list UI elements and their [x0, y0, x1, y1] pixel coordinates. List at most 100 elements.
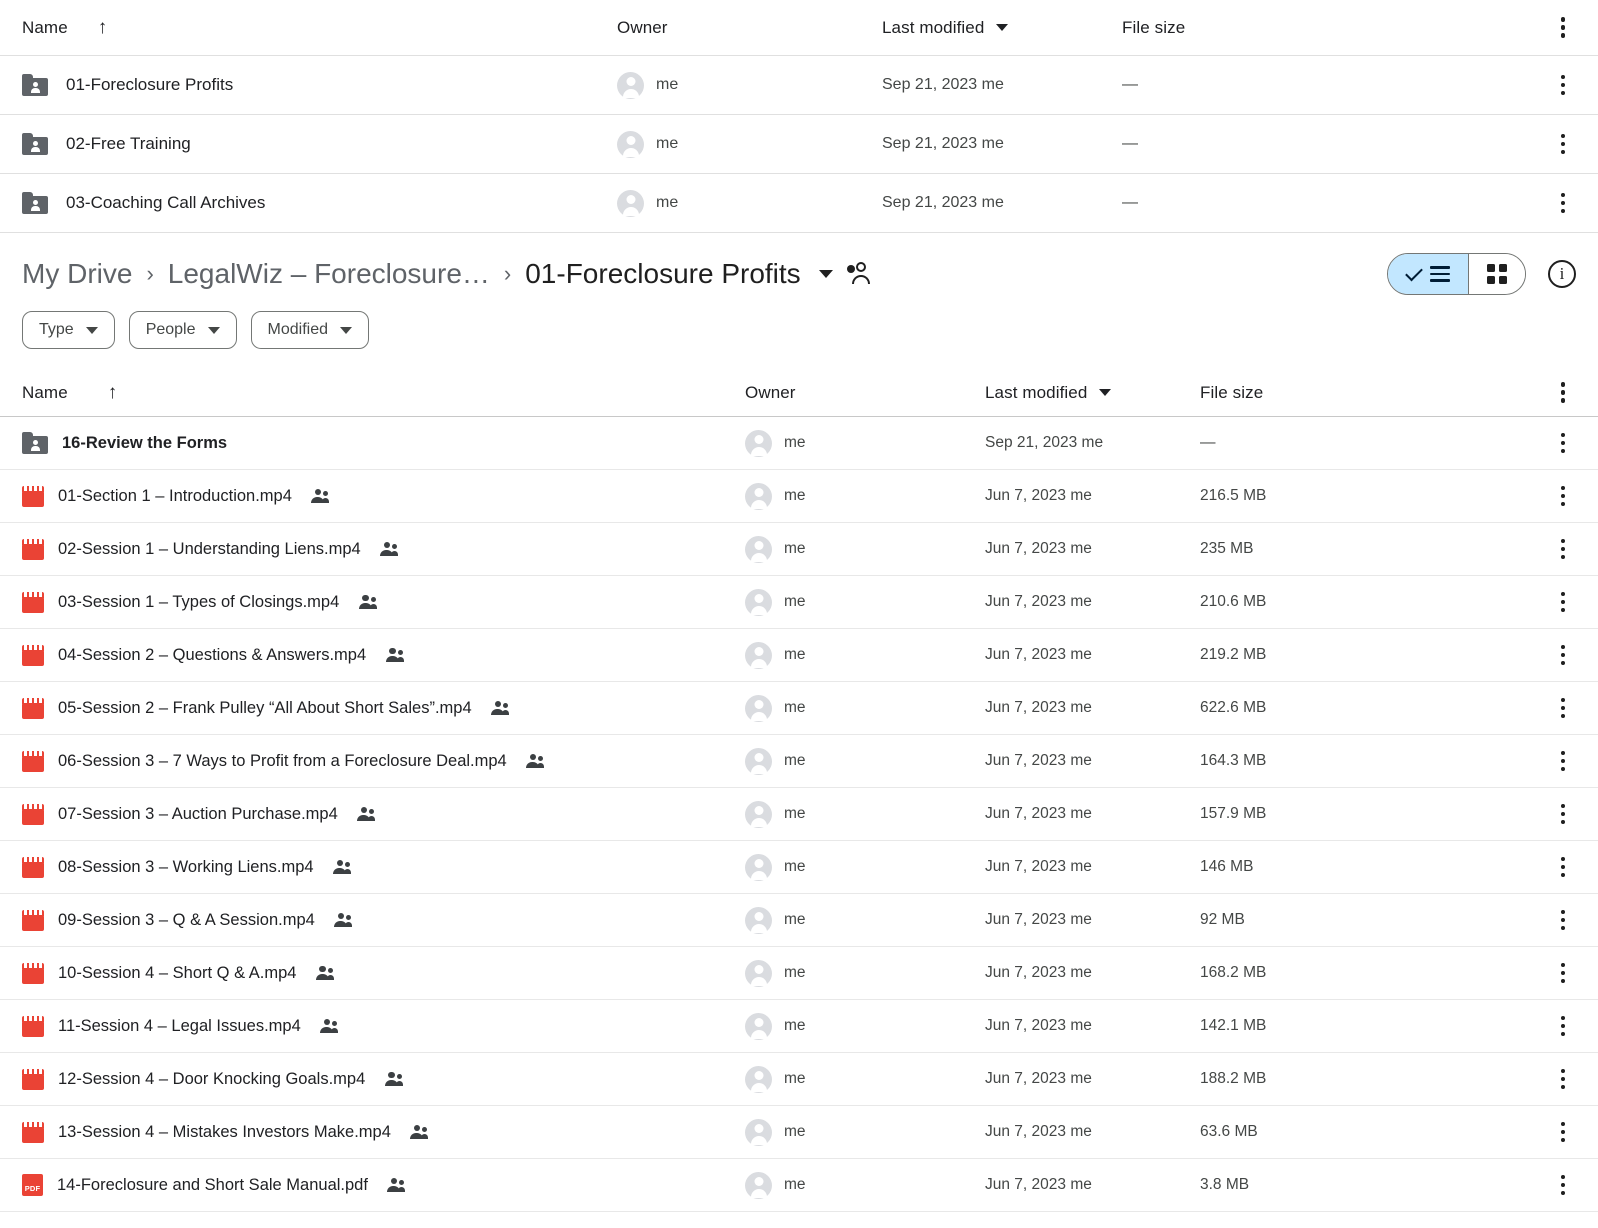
more-options-icon[interactable]	[1550, 131, 1576, 157]
table-row[interactable]: 11-Session 4 – Legal Issues.mp4 me Jun 7, …	[0, 1000, 1598, 1053]
breadcrumb-my-drive[interactable]: My Drive	[22, 258, 132, 290]
owner-label: me	[784, 858, 806, 875]
file-size-cell: 3.8 MB	[1200, 1176, 1250, 1193]
file-name-cell[interactable]: 12-Session 4 – Door Knocking Goals.mp4	[22, 1068, 745, 1090]
parent-folder-table: Name ↑ Owner Last modified File size 01-…	[0, 0, 1598, 233]
files-column-header-name[interactable]: Name ↑	[22, 383, 745, 403]
more-options-icon[interactable]	[1550, 748, 1576, 774]
file-name-cell[interactable]: 05-Session 2 – Frank Pulley “All About S…	[22, 697, 745, 719]
sort-ascending-icon[interactable]: ↑	[98, 18, 108, 37]
parent-table-header: Name ↑ Owner Last modified File size	[0, 0, 1598, 56]
table-row[interactable]: 02-Free Training me Sep 21, 2023 me —	[0, 115, 1598, 174]
people-icon[interactable]	[846, 262, 873, 286]
table-row[interactable]: 07-Session 3 – Auction Purchase.mp4 me Jun…	[0, 788, 1598, 841]
view-toggle	[1387, 253, 1526, 295]
info-icon[interactable]: i	[1548, 260, 1576, 288]
filter-chip-label: Modified	[267, 321, 328, 338]
file-name-label: 16-Review the Forms	[62, 433, 228, 452]
file-name-cell[interactable]: 13-Session 4 – Mistakes Investors Make.m…	[22, 1121, 745, 1143]
more-options-icon[interactable]	[1550, 483, 1576, 509]
file-name-cell[interactable]: 08-Session 3 – Working Liens.mp4	[22, 856, 745, 878]
file-name-label: 04-Session 2 – Questions & Answers.mp4	[58, 645, 367, 664]
folder-name-cell[interactable]: 01-Foreclosure Profits	[22, 74, 617, 96]
table-row[interactable]: 03-Session 1 – Types of Closings.mp4 me Ju…	[0, 576, 1598, 629]
files-column-header-file-size[interactable]: File size	[1200, 383, 1500, 403]
more-options-icon[interactable]	[1550, 190, 1576, 216]
table-row[interactable]: 04-Session 2 – Questions & Answers.mp4 me…	[0, 629, 1598, 682]
file-name-cell[interactable]: 06-Session 3 – 7 Ways to Profit from a F…	[22, 750, 745, 772]
file-name-cell[interactable]: 16-Review the Forms	[22, 432, 745, 454]
row-options-cell	[1500, 748, 1576, 774]
list-view-button[interactable]	[1388, 254, 1468, 294]
table-row[interactable]: 01-Foreclosure Profits me Sep 21, 2023 me —	[0, 56, 1598, 115]
more-options-icon[interactable]	[1550, 380, 1576, 406]
shared-with-people-icon	[409, 1124, 429, 1140]
more-options-icon[interactable]	[1550, 907, 1576, 933]
file-name-cell[interactable]: 07-Session 3 – Auction Purchase.mp4	[22, 803, 745, 825]
file-name-cell[interactable]: 01-Section 1 – Introduction.mp4	[22, 485, 745, 507]
more-options-icon[interactable]	[1550, 72, 1576, 98]
last-modified-cell: Jun 7, 2023 me	[985, 1123, 1092, 1140]
chevron-down-icon[interactable]	[818, 270, 833, 278]
table-row[interactable]: 02-Session 1 – Understanding Liens.mp4 me…	[0, 523, 1598, 576]
file-name-cell[interactable]: 03-Session 1 – Types of Closings.mp4	[22, 591, 745, 613]
table-row[interactable]: 06-Session 3 – 7 Ways to Profit from a F…	[0, 735, 1598, 788]
table-row[interactable]: 08-Session 3 – Working Liens.mp4 me Jun 7,…	[0, 841, 1598, 894]
video-file-icon	[22, 1121, 44, 1143]
more-options-icon[interactable]	[1550, 15, 1576, 41]
file-name-cell[interactable]: 10-Session 4 – Short Q & A.mp4	[22, 962, 745, 984]
owner-cell: me	[745, 482, 985, 510]
owner-cell: me	[745, 588, 985, 616]
column-header-last-modified[interactable]: Last modified	[882, 18, 1122, 38]
files-column-size-label: File size	[1200, 382, 1264, 402]
breadcrumb-legalwiz[interactable]: LegalWiz – Foreclosure…	[168, 258, 490, 290]
column-header-name[interactable]: Name ↑	[22, 18, 617, 38]
more-options-icon[interactable]	[1550, 1172, 1576, 1198]
more-options-icon[interactable]	[1550, 1119, 1576, 1145]
more-options-icon[interactable]	[1550, 589, 1576, 615]
owner-label: me	[784, 805, 806, 822]
filter-chip-type[interactable]: Type	[22, 311, 115, 349]
more-options-icon[interactable]	[1550, 1066, 1576, 1092]
column-header-file-size[interactable]: File size	[1122, 18, 1452, 38]
file-name-cell[interactable]: 02-Session 1 – Understanding Liens.mp4	[22, 538, 745, 560]
file-name-label: 06-Session 3 – 7 Ways to Profit from a F…	[58, 751, 507, 770]
table-row[interactable]: 09-Session 3 – Q & A Session.mp4 me Jun 7,…	[0, 894, 1598, 947]
more-options-icon[interactable]	[1550, 1013, 1576, 1039]
file-name-cell[interactable]: 04-Session 2 – Questions & Answers.mp4	[22, 644, 745, 666]
file-size-cell: 92 MB	[1200, 911, 1245, 928]
file-name-cell[interactable]: 09-Session 3 – Q & A Session.mp4	[22, 909, 745, 931]
files-column-header-owner[interactable]: Owner	[745, 383, 985, 403]
filter-chip-people[interactable]: People	[128, 311, 237, 349]
table-row[interactable]: 16-Review the Forms me Sep 21, 2023 me —	[0, 417, 1598, 470]
folder-name-cell[interactable]: 03-Coaching Call Archives	[22, 192, 617, 214]
file-size-cell: 622.6 MB	[1200, 699, 1267, 716]
table-row[interactable]: 01-Section 1 – Introduction.mp4 me Jun 7, …	[0, 470, 1598, 523]
more-options-icon[interactable]	[1550, 695, 1576, 721]
file-name-cell[interactable]: PDF 14-Foreclosure and Short Sale Manual.…	[22, 1174, 745, 1196]
more-options-icon[interactable]	[1550, 642, 1576, 668]
table-row[interactable]: 03-Coaching Call Archives me Sep 21, 2023 …	[0, 174, 1598, 233]
video-file-icon	[22, 538, 44, 560]
column-header-owner[interactable]: Owner	[617, 18, 882, 38]
table-row[interactable]: 10-Session 4 – Short Q & A.mp4 me Jun 7, 2…	[0, 947, 1598, 1000]
last-modified-cell: Jun 7, 2023 me	[985, 487, 1092, 504]
filter-chip-modified[interactable]: Modified	[250, 311, 369, 349]
table-row[interactable]: 13-Session 4 – Mistakes Investors Make.m…	[0, 1106, 1598, 1159]
more-options-icon[interactable]	[1550, 801, 1576, 827]
column-header-owner-label: Owner	[617, 17, 668, 37]
more-options-icon[interactable]	[1550, 854, 1576, 880]
more-options-icon[interactable]	[1550, 430, 1576, 456]
grid-view-button[interactable]	[1468, 254, 1525, 294]
files-column-header-last-modified[interactable]: Last modified	[985, 383, 1200, 403]
file-name-cell[interactable]: 11-Session 4 – Legal Issues.mp4	[22, 1015, 745, 1037]
more-options-icon[interactable]	[1550, 960, 1576, 986]
table-row[interactable]: 12-Session 4 – Door Knocking Goals.mp4 me…	[0, 1053, 1598, 1106]
folder-name-cell[interactable]: 02-Free Training	[22, 133, 617, 155]
table-row[interactable]: 05-Session 2 – Frank Pulley “All About S…	[0, 682, 1598, 735]
folder-name-label: 01-Foreclosure Profits	[66, 75, 234, 94]
sort-ascending-icon[interactable]: ↑	[108, 383, 118, 402]
file-name-label: 10-Session 4 – Short Q & A.mp4	[58, 963, 297, 982]
more-options-icon[interactable]	[1550, 536, 1576, 562]
table-row[interactable]: PDF 14-Foreclosure and Short Sale Manual.…	[0, 1159, 1598, 1212]
